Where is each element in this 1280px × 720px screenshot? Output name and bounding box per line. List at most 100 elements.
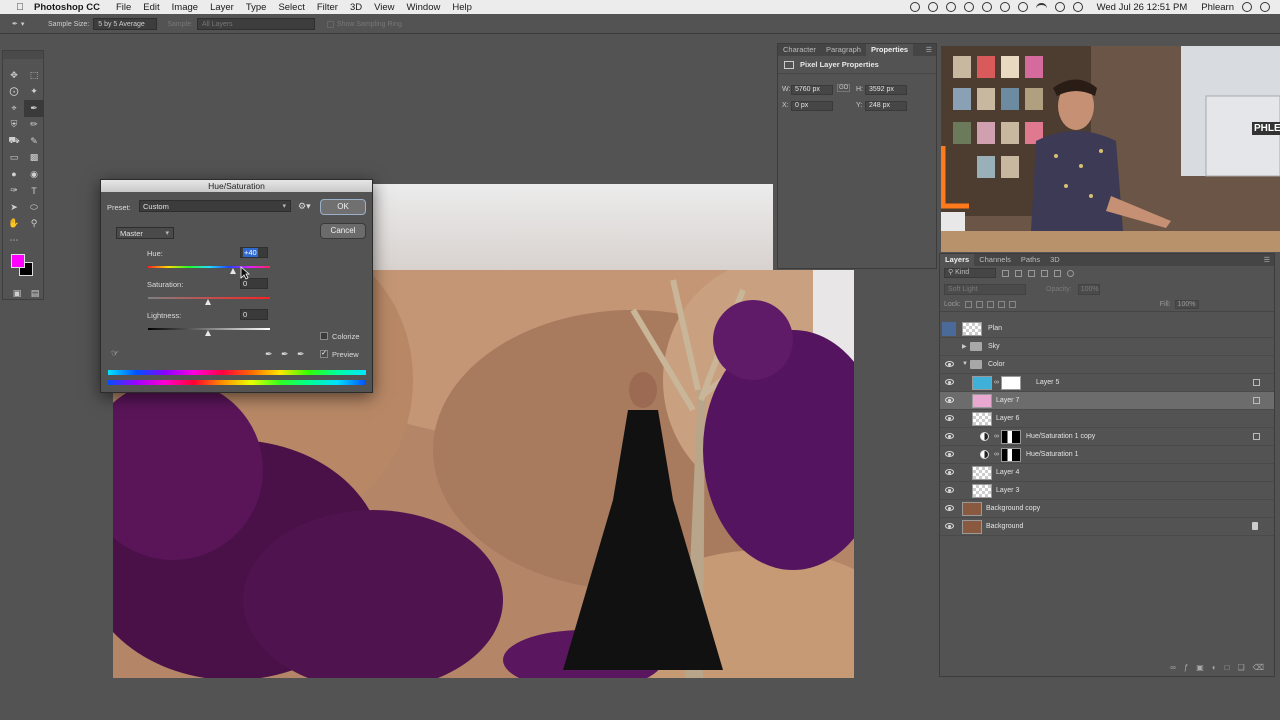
menubar-user[interactable]: Phlearn (1201, 2, 1234, 13)
link-layers-icon[interactable]: ∞ (1170, 663, 1176, 672)
hand-tool-icon[interactable]: ✋ (4, 216, 24, 233)
tab-channels[interactable]: Channels (974, 254, 1016, 266)
fill-field[interactable]: 100% (1174, 300, 1199, 309)
targeted-adjustment-hand-icon[interactable]: ☞ (111, 348, 119, 359)
blur-tool-icon[interactable]: ● (4, 166, 24, 183)
eye-icon[interactable] (945, 397, 954, 403)
sync-icon[interactable] (945, 2, 956, 12)
lock-artboard-icon[interactable] (997, 301, 1005, 308)
color-swatches[interactable] (11, 254, 39, 282)
type-tool-icon[interactable]: T (24, 183, 44, 200)
channel-select[interactable]: Master ▾ (116, 227, 174, 239)
menu-select[interactable]: Select (278, 2, 304, 13)
battery-icon[interactable] (1072, 2, 1083, 12)
height-field[interactable]: 3592 px (865, 85, 907, 95)
move-tool-icon[interactable]: ✥ (4, 67, 24, 84)
menubar-clock[interactable]: Wed Jul 26 12:51 PM (1097, 2, 1188, 13)
shape-tool-icon[interactable]: ⬭ (24, 199, 44, 216)
quick-mask-icon[interactable]: ▣ (7, 285, 27, 302)
eyedropper-tool-icon[interactable]: ✒ (24, 100, 44, 117)
preset-select[interactable]: Custom ▾ (139, 200, 291, 212)
tab-properties[interactable]: Properties (865, 44, 914, 56)
tab-paragraph[interactable]: Paragraph (821, 44, 866, 56)
lock-all-icon[interactable] (1008, 301, 1016, 308)
show-ring-checkbox[interactable] (326, 20, 334, 28)
layer-name[interactable]: Sky (988, 338, 1000, 356)
cancel-button[interactable]: Cancel (320, 223, 366, 239)
eraser-tool-icon[interactable]: ▭ (4, 150, 24, 167)
layer-name[interactable]: Layer 7 (996, 392, 1019, 410)
layer-row-background-copy[interactable]: Background copy (940, 500, 1274, 518)
menu-layer[interactable]: Layer (210, 2, 234, 13)
menu-view[interactable]: View (374, 2, 394, 13)
sample-size-select[interactable]: 5 by 5 Average (93, 18, 158, 30)
brush-tool-icon[interactable]: ✏ (24, 117, 44, 134)
lock-pixels-icon[interactable] (975, 301, 983, 308)
layer-name[interactable]: Background copy (986, 500, 1040, 518)
menu-edit[interactable]: Edit (143, 2, 159, 13)
app-menu[interactable]: Photoshop CC (34, 2, 100, 13)
layer-name[interactable]: Layer 5 (1036, 374, 1059, 392)
volume-icon[interactable] (1054, 2, 1065, 12)
hue-slider-track[interactable] (148, 266, 270, 268)
expand-arrow-icon[interactable]: ▶ (962, 343, 967, 350)
menu-file[interactable]: File (116, 2, 131, 13)
y-field[interactable]: 248 px (865, 101, 907, 111)
tools-panel-header[interactable] (3, 51, 43, 59)
pen-tool-icon[interactable]: ✑ (4, 183, 24, 200)
lightness-slider-thumb[interactable] (205, 330, 211, 336)
filter-type-icon[interactable] (1028, 269, 1035, 277)
layer-row-color-group[interactable]: ▼ Color (940, 356, 1274, 374)
layer-row-layer-5[interactable]: ∞ Layer 5 (940, 374, 1274, 392)
menu-3d[interactable]: 3D (350, 2, 362, 13)
layer-row-hue-sat-copy[interactable]: ∞ Hue/Saturation 1 copy (940, 428, 1274, 446)
spotlight-icon[interactable] (1242, 2, 1252, 12)
saturation-slider-thumb[interactable] (205, 299, 211, 305)
new-adjustment-icon[interactable]: ◐ (1212, 663, 1217, 672)
layer-name[interactable]: Layer 6 (996, 410, 1019, 428)
eyedropper-icon[interactable]: ✒ (265, 349, 273, 360)
layer-row-plan[interactable]: Plan (940, 320, 1274, 338)
marquee-tool-icon[interactable]: ⬚ (24, 67, 44, 84)
layer-row-layer-7[interactable]: Layer 7 (940, 392, 1274, 410)
dialog-title[interactable]: Hue/Saturation (101, 180, 372, 192)
fx-icon[interactable]: ƒ (1184, 663, 1188, 672)
layer-row-sky[interactable]: ▶ Sky (940, 338, 1274, 356)
tab-layers[interactable]: Layers (940, 254, 975, 266)
hue-slider-thumb[interactable] (230, 268, 236, 274)
menu-image[interactable]: Image (172, 2, 198, 13)
menu-filter[interactable]: Filter (317, 2, 338, 13)
clone-stamp-icon[interactable]: ⛟ (4, 133, 24, 150)
dropbox-icon[interactable] (963, 2, 974, 12)
wifi-icon[interactable] (1035, 3, 1047, 11)
record-icon[interactable] (909, 2, 920, 12)
gear-icon[interactable]: ⚙▾ (298, 201, 311, 212)
layer-row-hue-sat[interactable]: ∞ Hue/Saturation 1 (940, 446, 1274, 464)
sample-select[interactable]: All Layers (196, 18, 315, 30)
layer-row-layer-6[interactable]: Layer 6 (940, 410, 1274, 428)
path-select-icon[interactable]: ➤ (4, 199, 24, 216)
filter-toggle-icon[interactable] (1067, 269, 1074, 277)
screen-mode-icon[interactable]: ▤ (25, 285, 45, 302)
magic-wand-icon[interactable]: ✦ (24, 84, 44, 101)
delete-layer-icon[interactable]: ⌫ (1253, 663, 1264, 672)
layer-name[interactable]: Hue/Saturation 1 (1026, 446, 1079, 464)
panel-menu-icon[interactable]: ☰ (1264, 256, 1270, 264)
ok-button[interactable]: OK (320, 199, 366, 215)
eye-icon[interactable] (945, 451, 954, 457)
menu-help[interactable]: Help (452, 2, 472, 13)
layer-row-layer-3[interactable]: Layer 3 (940, 482, 1274, 500)
eye-icon[interactable] (945, 505, 954, 511)
lasso-tool-icon[interactable]: ⨀ (4, 84, 24, 101)
edit-toolbar-icon[interactable]: ⋯ (4, 232, 24, 249)
gradient-tool-icon[interactable]: ▩ (24, 150, 44, 167)
new-layer-icon[interactable]: ❏ (1238, 663, 1245, 672)
layer-row-layer-4[interactable]: Layer 4 (940, 464, 1274, 482)
lightness-field[interactable]: 0 (240, 309, 268, 320)
opacity-field[interactable]: 100% (1077, 283, 1100, 295)
lock-transparent-icon[interactable] (964, 301, 972, 308)
visibility-off-indicator[interactable] (942, 322, 956, 336)
layer-name[interactable]: Color (988, 356, 1005, 374)
filter-smart-object-icon[interactable] (1054, 269, 1061, 277)
layer-name[interactable]: Plan (988, 320, 1002, 338)
